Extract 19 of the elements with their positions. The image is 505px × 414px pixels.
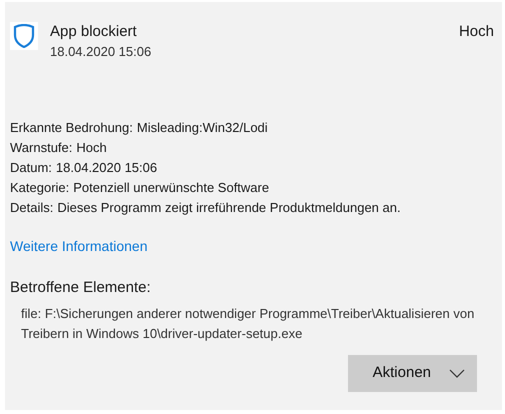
detail-value: Dieses Programm zeigt irreführende Produktmeldungen an.	[57, 199, 401, 217]
detail-label: Details:	[10, 199, 54, 217]
detail-value: 18.04.2020 15:06	[56, 159, 158, 177]
detail-label: Datum:	[10, 159, 52, 177]
detail-value: Potenziell unerwünschte Software	[73, 179, 270, 197]
detail-value: Hoch	[76, 139, 107, 157]
file-path: file: F:\Sicherungen anderer notwendiger Programme\Treiber\Aktualisieren von Treibern in Windows 10\driver-updater-setup.exe	[21, 304, 476, 343]
chevron-down-icon	[449, 369, 465, 378]
detail-label: Erkannte Bedrohung:	[10, 119, 133, 137]
more-info-link[interactable]: Weitere Informationen	[10, 236, 148, 257]
detail-value: Misleading:Win32/Lodi	[136, 119, 268, 137]
detail-label: Warnstufe:	[10, 139, 72, 157]
shield-icon	[13, 24, 35, 48]
affected-heading: Betroffene Elemente:	[10, 278, 152, 298]
severity-label: Hoch	[458, 22, 494, 42]
notification-title: App blockiert	[50, 22, 138, 42]
detail-label: Kategorie:	[10, 179, 70, 197]
actions-button[interactable]: Aktionen	[348, 355, 477, 392]
timestamp: 18.04.2020 15:06	[50, 43, 152, 61]
